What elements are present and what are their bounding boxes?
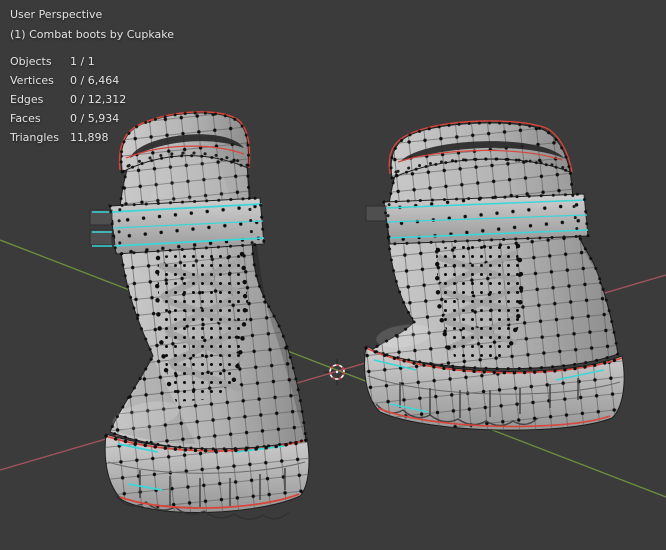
scene-collection-label: (1) Combat boots by Cupkake xyxy=(10,28,175,41)
stat-row-vertices: Vertices 0 / 6,464 xyxy=(10,74,174,87)
stat-value: 0 / 12,312 xyxy=(70,93,127,106)
stat-label: Faces xyxy=(10,112,41,125)
boot-left-mesh[interactable] xyxy=(89,111,310,520)
stat-label: Triangles xyxy=(10,131,59,144)
stat-row-triangles: Triangles 11,898 xyxy=(10,131,174,144)
stat-value: 1 / 1 xyxy=(70,55,95,68)
stat-label: Edges xyxy=(10,93,44,106)
stat-value: 0 / 5,934 xyxy=(70,112,120,125)
boot-right-mesh[interactable] xyxy=(364,120,625,431)
stat-label: Vertices xyxy=(10,74,54,87)
stat-value: 0 / 6,464 xyxy=(70,74,120,87)
cursor-3d xyxy=(324,359,350,385)
statistics-overlay: Objects 1 / 1 Vertices 0 / 6,464 Edges 0… xyxy=(10,55,174,144)
stat-row-faces: Faces 0 / 5,934 xyxy=(10,112,174,125)
buckle xyxy=(365,205,387,222)
stat-row-objects: Objects 1 / 1 xyxy=(10,55,174,68)
stat-row-edges: Edges 0 / 12,312 xyxy=(10,93,174,106)
stat-value: 11,898 xyxy=(70,131,109,144)
buckle xyxy=(89,209,113,246)
stat-label: Objects xyxy=(10,55,52,68)
blender-3d-viewport[interactable]: User Perspective (1) Combat boots by Cup… xyxy=(0,0,666,550)
viewport-hud: User Perspective (1) Combat boots by Cup… xyxy=(10,8,174,150)
perspective-label: User Perspective xyxy=(10,8,103,21)
